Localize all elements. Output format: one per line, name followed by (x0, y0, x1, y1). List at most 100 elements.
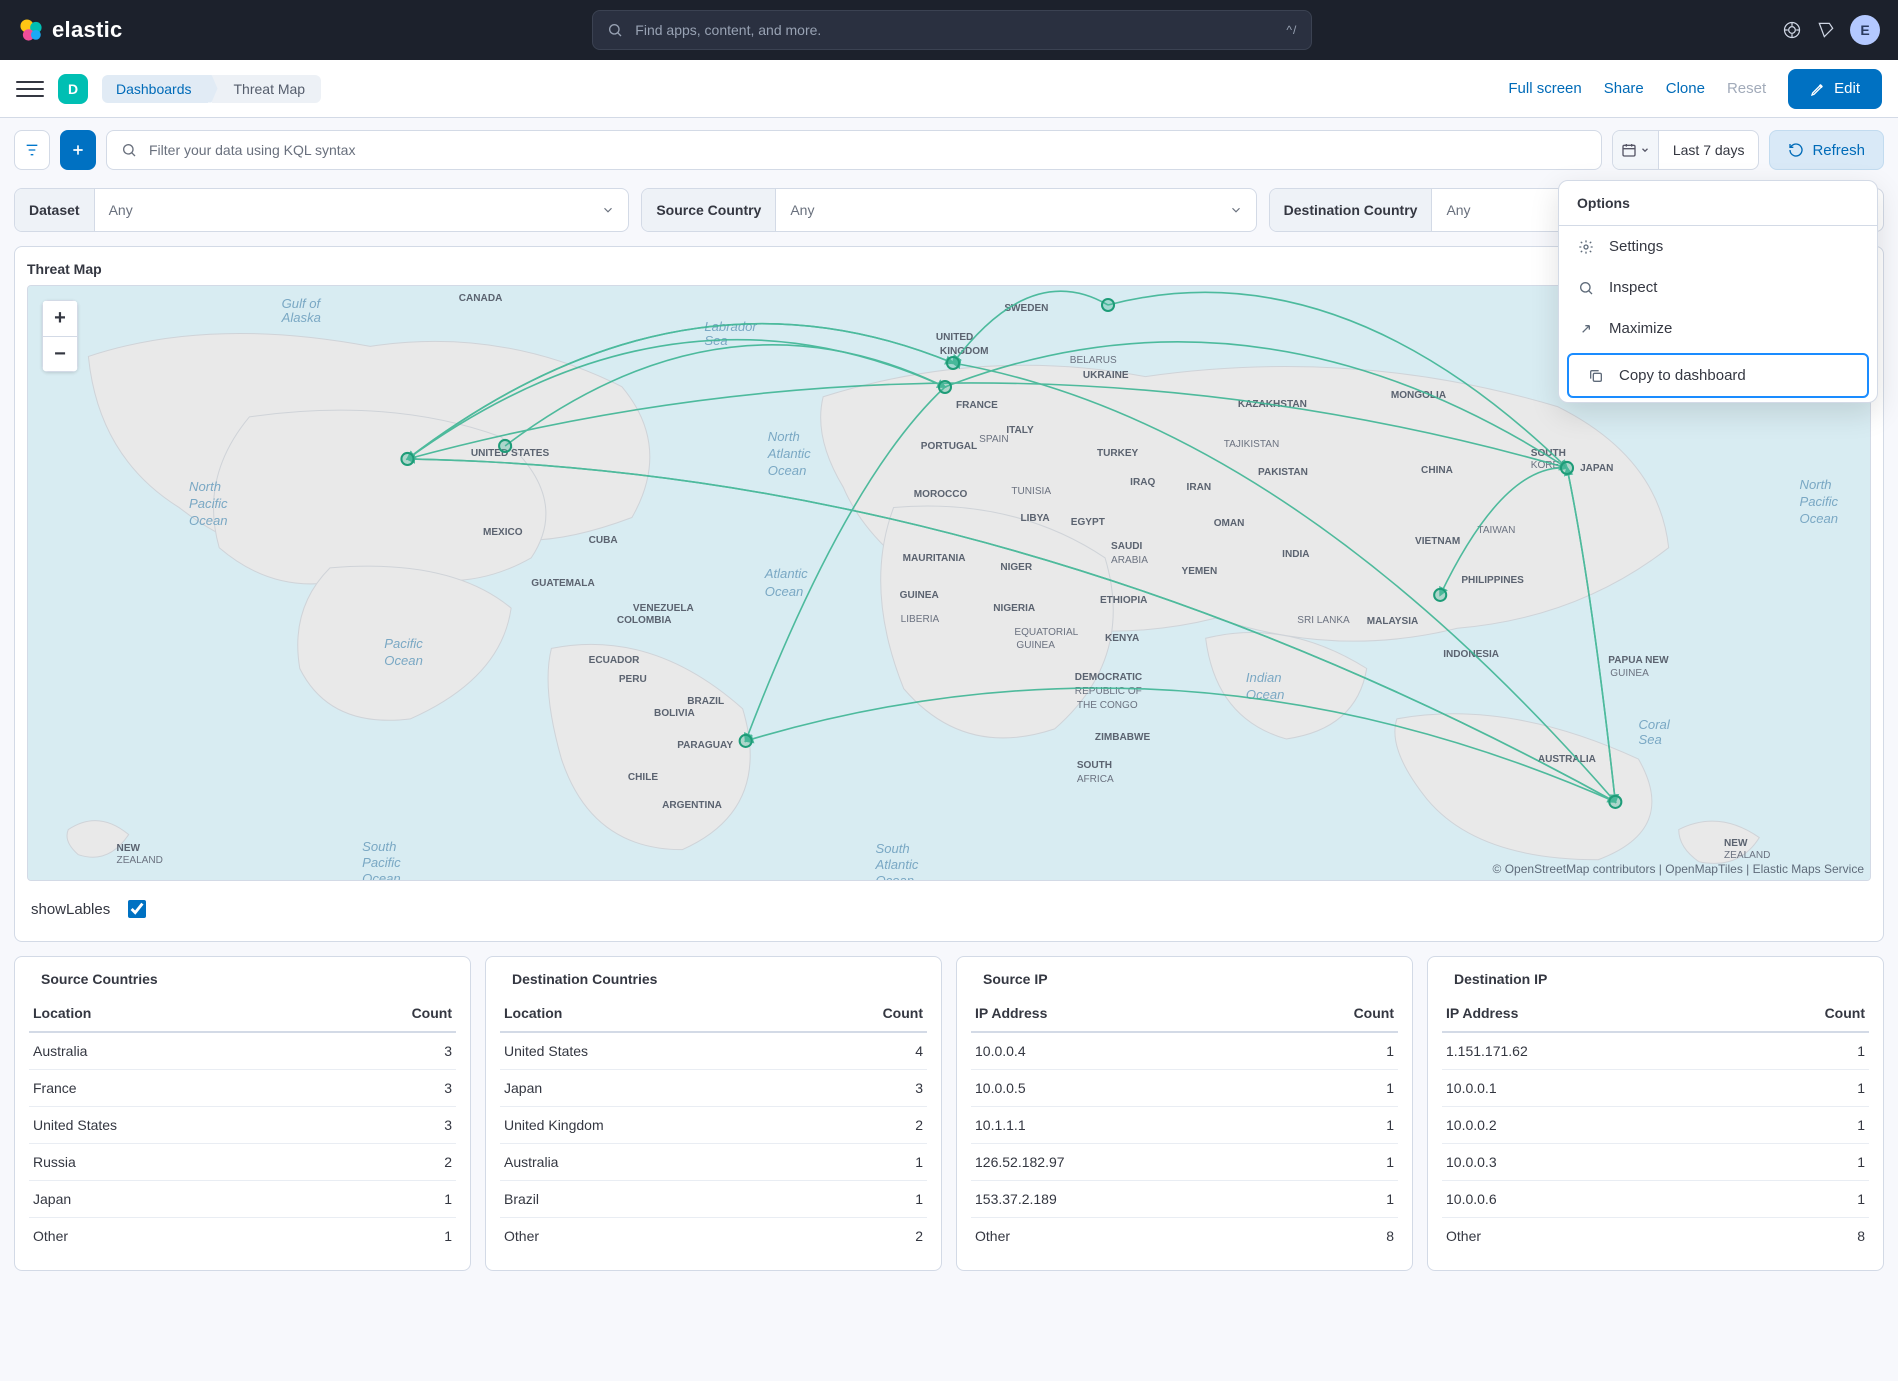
table-row[interactable]: 10.0.0.31 (1442, 1144, 1869, 1181)
table-row[interactable]: 10.0.0.61 (1442, 1181, 1869, 1218)
refresh-button[interactable]: Refresh (1769, 130, 1884, 170)
svg-text:GUINEA: GUINEA (1610, 668, 1649, 679)
date-picker[interactable]: Last 7 days (1612, 130, 1760, 170)
table-row[interactable]: Australia1 (500, 1144, 927, 1181)
svg-text:FRANCE: FRANCE (956, 400, 998, 411)
options-copy-to-dashboard[interactable]: Copy to dashboard (1567, 353, 1869, 398)
fullscreen-link[interactable]: Full screen (1508, 80, 1581, 97)
table-row[interactable]: Australia3 (29, 1032, 456, 1070)
edit-button[interactable]: Edit (1788, 69, 1882, 109)
brand-logo[interactable]: elastic (18, 17, 123, 43)
elastic-logo-icon (18, 17, 44, 43)
table-row[interactable]: Other8 (971, 1218, 1398, 1255)
options-settings[interactable]: Settings (1559, 226, 1877, 267)
plus-icon (70, 142, 86, 158)
table-row[interactable]: 10.0.0.21 (1442, 1107, 1869, 1144)
svg-text:LIBYA: LIBYA (1020, 513, 1049, 524)
table-row[interactable]: 10.0.0.41 (971, 1032, 1398, 1070)
data-table: LocationCountAustralia3France3United Sta… (29, 995, 456, 1254)
table-row[interactable]: 10.0.0.11 (1442, 1070, 1869, 1107)
panel-title: Source IP (971, 967, 1398, 995)
date-range-text: Last 7 days (1659, 131, 1759, 169)
table-row[interactable]: United States3 (29, 1107, 456, 1144)
svg-text:Pacific: Pacific (362, 855, 401, 870)
svg-text:YEMEN: YEMEN (1182, 566, 1218, 577)
refresh-icon (1788, 142, 1804, 158)
svg-text:PARAGUAY: PARAGUAY (677, 740, 733, 751)
svg-text:NIGER: NIGER (1000, 562, 1033, 573)
table-row[interactable]: Other1 (29, 1218, 456, 1255)
table-row[interactable]: United Kingdom2 (500, 1107, 927, 1144)
svg-text:North: North (1800, 477, 1832, 492)
user-avatar[interactable]: E (1850, 15, 1880, 45)
svg-text:GUINEA: GUINEA (1016, 640, 1055, 651)
filter-toggle-button[interactable] (14, 130, 50, 170)
space-selector[interactable]: D (58, 74, 88, 104)
svg-text:ZEALAND: ZEALAND (117, 855, 163, 866)
control-source-country[interactable]: Source CountryAny (641, 188, 1256, 232)
options-copy-label: Copy to dashboard (1619, 367, 1746, 384)
table-row[interactable]: 126.52.182.971 (971, 1144, 1398, 1181)
show-labels-checkbox[interactable] (128, 900, 146, 918)
zoom-control: + − (42, 300, 78, 372)
svg-text:Ocean: Ocean (362, 871, 401, 881)
table-row[interactable]: 1.151.171.621 (1442, 1032, 1869, 1070)
avatar-initial: E (1860, 22, 1869, 38)
svg-text:North: North (768, 429, 800, 444)
svg-text:MAURITANIA: MAURITANIA (903, 553, 966, 564)
news-icon[interactable] (1816, 20, 1836, 40)
calendar-icon[interactable] (1613, 131, 1659, 169)
svg-text:UKRAINE: UKRAINE (1083, 370, 1129, 381)
data-table: IP AddressCount10.0.0.4110.0.0.5110.1.1.… (971, 995, 1398, 1254)
svg-text:South: South (876, 841, 910, 856)
reset-link: Reset (1727, 80, 1766, 97)
control-dataset[interactable]: DatasetAny (14, 188, 629, 232)
svg-text:Pacific: Pacific (1800, 494, 1839, 509)
svg-text:ITALY: ITALY (1006, 425, 1034, 436)
svg-text:BELARUS: BELARUS (1070, 355, 1117, 366)
svg-text:SPAIN: SPAIN (979, 434, 1008, 445)
svg-text:CUBA: CUBA (589, 535, 618, 546)
table-row[interactable]: Japan1 (29, 1181, 456, 1218)
svg-text:THE CONGO: THE CONGO (1077, 700, 1138, 711)
svg-text:Ocean: Ocean (1800, 511, 1839, 526)
global-search[interactable]: Find apps, content, and more. ^/ (592, 10, 1312, 50)
table-row[interactable]: 10.0.0.51 (971, 1070, 1398, 1107)
svg-text:Pacific: Pacific (384, 636, 423, 651)
svg-text:AUSTRALIA: AUSTRALIA (1538, 754, 1596, 765)
share-link[interactable]: Share (1604, 80, 1644, 97)
kql-input[interactable]: Filter your data using KQL syntax (106, 130, 1602, 170)
zoom-out-button[interactable]: − (42, 336, 78, 372)
svg-text:MOROCCO: MOROCCO (914, 489, 968, 500)
svg-text:BRAZIL: BRAZIL (687, 696, 724, 707)
table-row[interactable]: Other8 (1442, 1218, 1869, 1255)
add-filter-button[interactable] (60, 130, 96, 170)
table-row[interactable]: Japan3 (500, 1070, 927, 1107)
breadcrumb: Dashboards Threat Map (102, 75, 321, 103)
svg-text:IRAQ: IRAQ (1130, 477, 1155, 488)
svg-text:ZIMBABWE: ZIMBABWE (1095, 732, 1151, 743)
breadcrumb-dashboards[interactable]: Dashboards (102, 75, 208, 103)
options-maximize[interactable]: Maximize (1559, 308, 1877, 349)
nav-toggle-icon[interactable] (16, 75, 44, 103)
svg-text:PAPUA NEW: PAPUA NEW (1608, 655, 1669, 666)
options-inspect[interactable]: Inspect (1559, 267, 1877, 308)
table-row[interactable]: Brazil1 (500, 1181, 927, 1218)
svg-text:AFRICA: AFRICA (1077, 774, 1114, 785)
app-subheader: D Dashboards Threat Map Full screen Shar… (0, 60, 1898, 118)
svg-text:IRAN: IRAN (1187, 482, 1212, 493)
svg-text:SRI LANKA: SRI LANKA (1297, 615, 1350, 626)
table-row[interactable]: France3 (29, 1070, 456, 1107)
table-row[interactable]: Other2 (500, 1218, 927, 1255)
clone-link[interactable]: Clone (1666, 80, 1705, 97)
svg-text:Alaska: Alaska (281, 310, 321, 325)
table-row[interactable]: 10.1.1.11 (971, 1107, 1398, 1144)
options-inspect-label: Inspect (1609, 279, 1657, 296)
table-row[interactable]: 153.37.2.1891 (971, 1181, 1398, 1218)
refresh-label: Refresh (1812, 142, 1865, 159)
table-row[interactable]: United States4 (500, 1032, 927, 1070)
help-icon[interactable] (1782, 20, 1802, 40)
zoom-in-button[interactable]: + (42, 300, 78, 336)
table-row[interactable]: Russia2 (29, 1144, 456, 1181)
svg-text:MALAYSIA: MALAYSIA (1367, 616, 1419, 627)
